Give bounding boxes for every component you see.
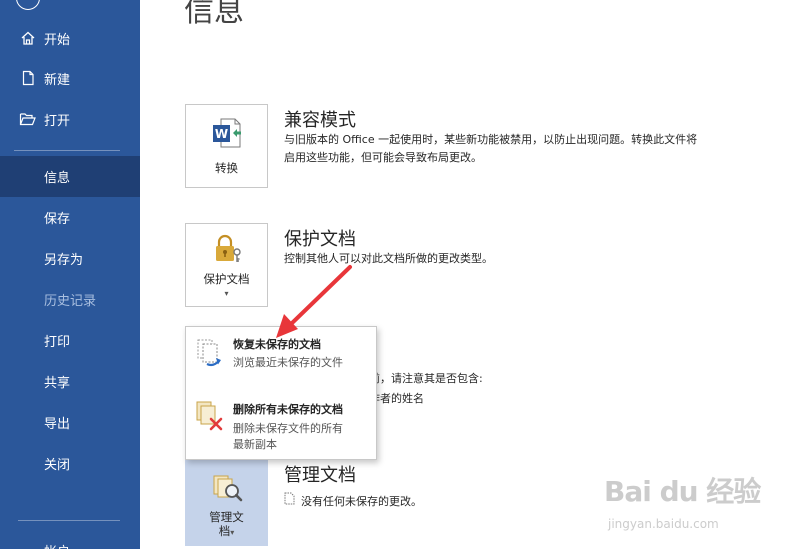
- red-annotation-arrow: [276, 265, 352, 338]
- baidu-jingyan-watermark: Bai du 经验 jingyan.baidu.com: [604, 470, 774, 545]
- watermark-logo-text: Bai du 经验: [604, 475, 761, 508]
- watermark-url: jingyan.baidu.com: [608, 517, 719, 531]
